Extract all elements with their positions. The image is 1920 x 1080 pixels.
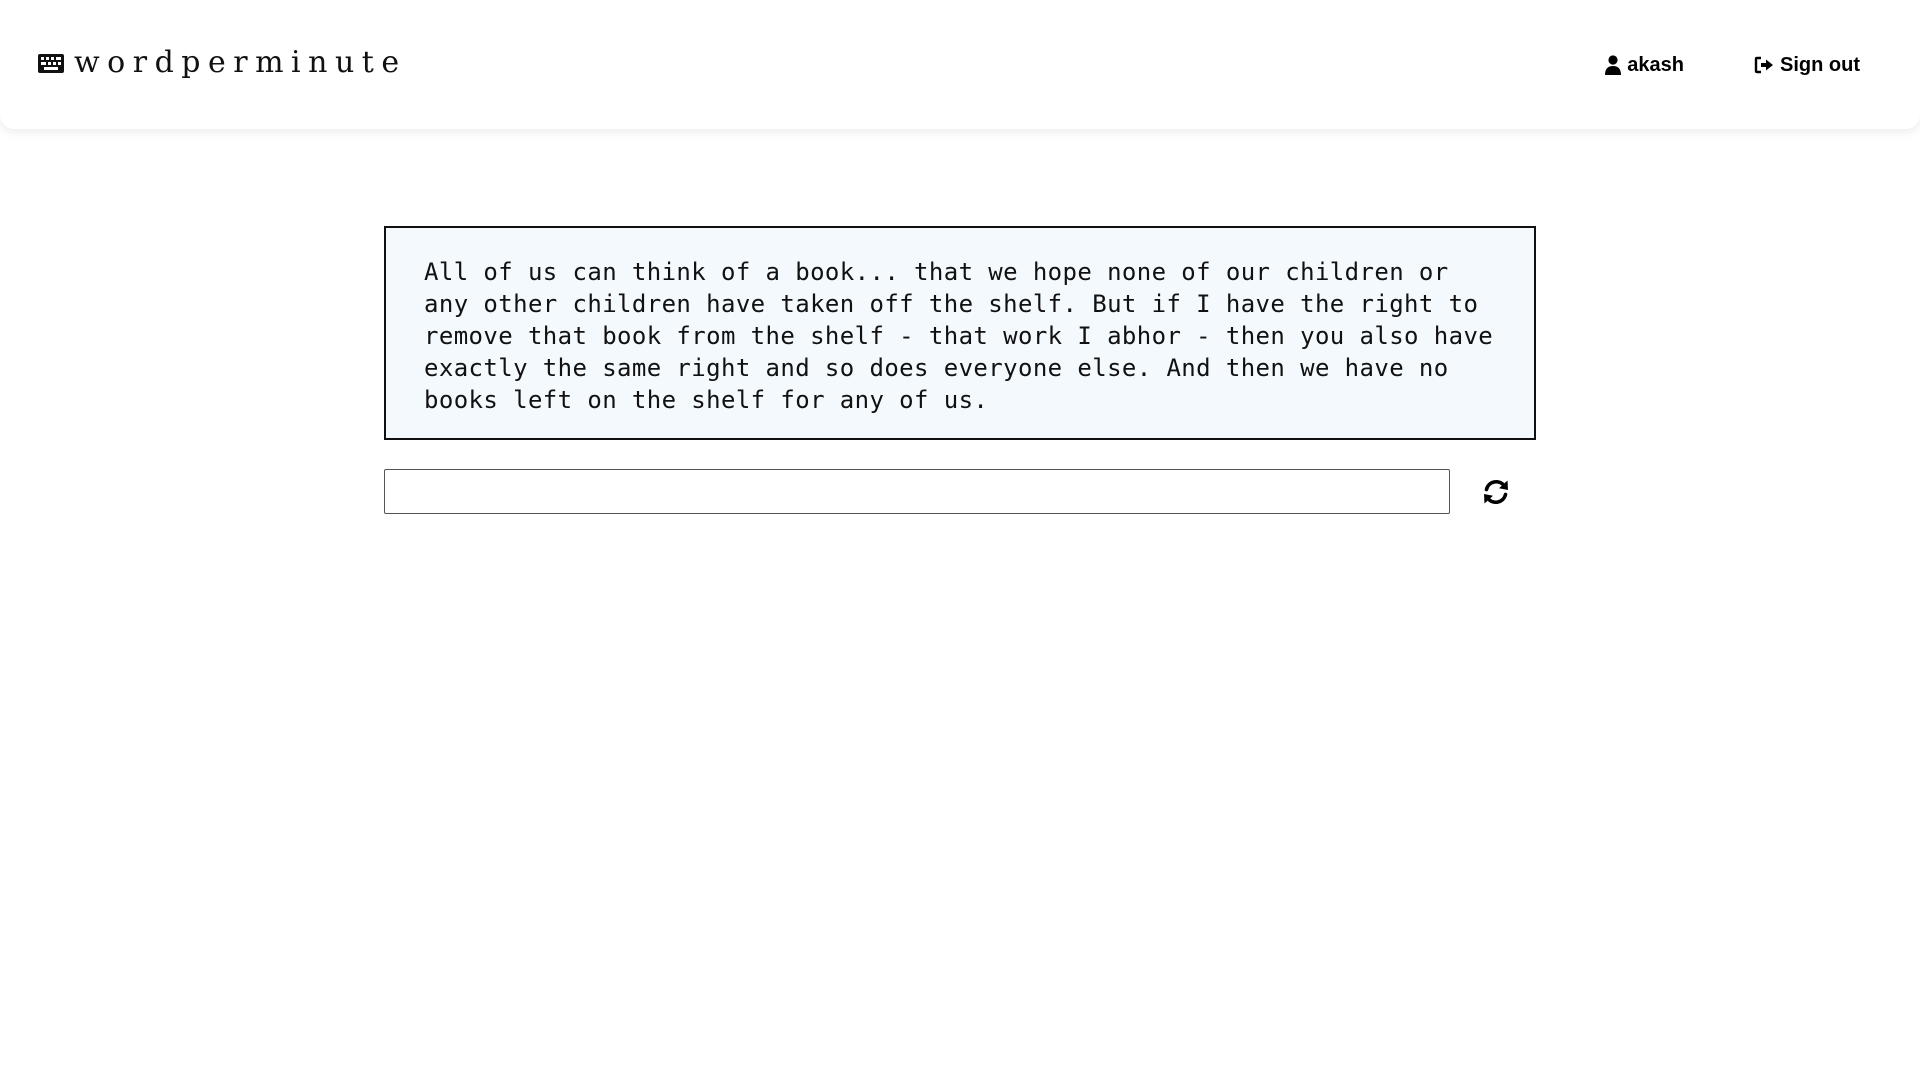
sign-out-link[interactable]: Sign out (1754, 54, 1860, 77)
typing-input[interactable] (384, 469, 1450, 514)
user-icon (1605, 55, 1622, 75)
typing-input-row (384, 469, 1536, 514)
user-profile-link[interactable]: akash (1605, 54, 1684, 77)
sign-out-label: Sign out (1780, 53, 1860, 76)
navbar: wordperminute akash Sign out (0, 0, 1920, 129)
keyboard-icon (38, 53, 64, 73)
refresh-button[interactable] (1478, 474, 1514, 510)
refresh-icon (1484, 479, 1508, 504)
brand-name: wordperminute (74, 45, 407, 80)
sign-out-icon (1754, 56, 1774, 74)
typing-prompt-text: All of us can think of a book... that we… (384, 226, 1536, 440)
brand-link[interactable]: wordperminute (38, 40, 407, 86)
username-label: akash (1627, 53, 1685, 76)
user-nav: akash Sign out (1605, 48, 1860, 82)
